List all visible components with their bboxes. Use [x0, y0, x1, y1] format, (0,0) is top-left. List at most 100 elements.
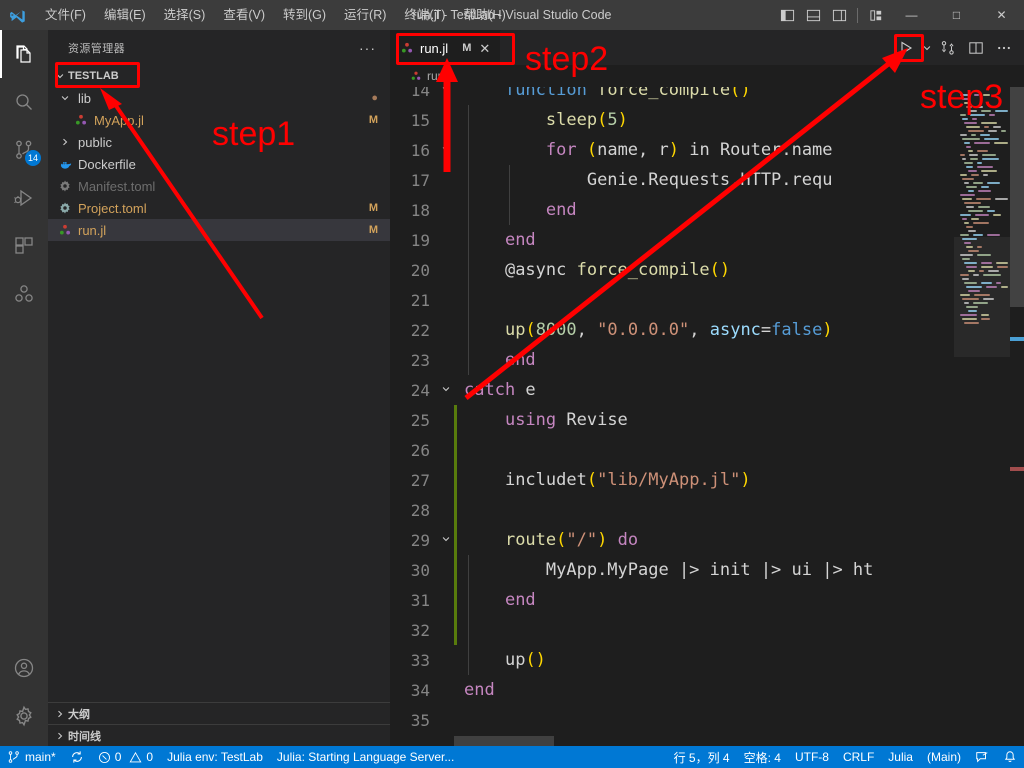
code-line: 33 up() [390, 645, 1024, 675]
tree-item-public[interactable]: public [48, 131, 390, 153]
line-number: 19 [390, 231, 438, 250]
status-indentation[interactable]: 空格: 4 [737, 746, 788, 768]
minimap-segment [977, 162, 981, 164]
window-minimize-button[interactable]: — [889, 0, 934, 30]
window-close-button[interactable]: ✕ [979, 0, 1024, 30]
status-eol[interactable]: CRLF [836, 746, 881, 768]
minimap-segment [978, 206, 990, 208]
code-line: 14 function force_compile() [390, 87, 1024, 105]
window-maximize-button[interactable]: □ [934, 0, 979, 30]
status-feedback[interactable] [968, 746, 996, 768]
menu-run[interactable]: 运行(R) [335, 0, 395, 30]
menu-edit[interactable]: 编辑(E) [95, 0, 155, 30]
sidebar-item-extensions[interactable] [0, 222, 48, 270]
menu-bar: 文件(F) 编辑(E) 选择(S) 查看(V) 转到(G) 运行(R) 终端(T… [36, 0, 515, 30]
toggle-secondary-sidebar-icon[interactable] [826, 0, 852, 30]
minimap-segment [960, 254, 973, 256]
status-julia-language-server[interactable]: Julia: Starting Language Server... [270, 746, 461, 768]
minimap-segment [962, 238, 977, 240]
minimap-segment [989, 114, 995, 116]
menu-terminal[interactable]: 终端(T) [395, 0, 454, 30]
timeline-panel-header[interactable]: 时间线 [48, 724, 390, 746]
status-notifications[interactable] [996, 746, 1024, 768]
minimap-segment [986, 286, 996, 288]
minimap[interactable] [954, 87, 1010, 746]
minimap-segment [996, 262, 1008, 264]
editor-vertical-scrollbar[interactable] [1010, 87, 1024, 746]
tree-item-lib[interactable]: lib ● [48, 87, 390, 109]
minimap-segment [960, 294, 970, 296]
line-number: 34 [390, 681, 438, 700]
sidebar-more-actions-icon[interactable]: ··· [353, 40, 382, 56]
status-branch[interactable]: main* [0, 746, 63, 768]
tree-item-manifest-toml[interactable]: Manifest.toml [48, 175, 390, 197]
code-line: 34 end [390, 675, 1024, 705]
breadcrumb-item-file[interactable]: run.jl [427, 69, 453, 83]
code-editor[interactable]: 14 function force_compile() 15 sleep(5) 16… [390, 87, 1024, 746]
minimap-segment [962, 118, 968, 120]
fold-indicator-icon[interactable] [438, 384, 454, 397]
fold-indicator-icon[interactable] [438, 534, 454, 547]
status-encoding[interactable]: UTF-8 [788, 746, 836, 768]
chevron-down-icon [52, 71, 68, 81]
status-julia-env[interactable]: Julia env: TestLab [160, 746, 270, 768]
menu-view[interactable]: 查看(V) [214, 0, 274, 30]
tab-close-icon[interactable]: ✕ [479, 42, 490, 55]
run-file-button[interactable] [892, 34, 920, 62]
sidebar-item-run-and-debug[interactable] [0, 174, 48, 222]
compare-changes-button[interactable] [934, 34, 962, 62]
minimap-segment [968, 190, 974, 192]
code-line: 21 [390, 285, 1024, 315]
outline-panel-header[interactable]: 大纲 [48, 702, 390, 724]
line-number: 29 [390, 531, 438, 550]
sync-icon [70, 750, 84, 764]
menu-help[interactable]: 帮助(H) [454, 0, 514, 30]
workspace-folder-header[interactable]: TESTLAB [48, 65, 390, 87]
minimap-segment [978, 190, 991, 192]
toggle-primary-sidebar-icon[interactable] [774, 0, 800, 30]
fold-indicator-icon[interactable] [438, 87, 454, 97]
accounts-button[interactable] [0, 644, 48, 692]
toggle-panel-icon[interactable] [800, 0, 826, 30]
tree-item-label: public [78, 135, 378, 150]
menu-selection[interactable]: 选择(S) [155, 0, 215, 30]
indent-guide [468, 195, 469, 225]
manage-settings-button[interactable] [0, 692, 48, 740]
tree-item-dockerfile[interactable]: Dockerfile [48, 153, 390, 175]
status-language-mode[interactable]: Julia [881, 746, 920, 768]
code-line: 29 route("/") do [390, 525, 1024, 555]
sidebar-item-source-control[interactable]: 14 [0, 126, 48, 174]
sidebar-item-julia[interactable] [0, 270, 48, 318]
scrollbar-thumb[interactable] [1010, 87, 1024, 307]
minimap-segment [964, 142, 970, 144]
code-text: function force_compile() [454, 87, 751, 100]
minimap-segment [976, 106, 983, 108]
customize-layout-icon[interactable] [863, 0, 889, 30]
tab-run-jl[interactable]: run.jl M ✕ [390, 30, 501, 65]
tree-item-myapp-jl[interactable]: MyApp.jl M [48, 109, 390, 131]
title-bar: 文件(F) 编辑(E) 选择(S) 查看(V) 转到(G) 运行(R) 终端(T… [0, 0, 1024, 30]
status-cursor-position[interactable]: 行 5，列 4 [667, 746, 737, 768]
split-editor-button[interactable] [962, 34, 990, 62]
editor-horizontal-scrollbar[interactable] [454, 736, 554, 746]
minimap-segment [974, 142, 989, 144]
minimap-segment [964, 122, 977, 124]
status-sync[interactable] [63, 746, 91, 768]
status-julia-module[interactable]: (Main) [920, 746, 968, 768]
menu-go[interactable]: 转到(G) [274, 0, 335, 30]
code-text: for (name, r) in Router.name [454, 140, 833, 160]
tree-item-project-toml[interactable]: Project.toml M [48, 197, 390, 219]
status-problems[interactable]: 0 0 [91, 746, 160, 768]
more-actions-button[interactable] [990, 34, 1018, 62]
menu-file[interactable]: 文件(F) [36, 0, 95, 30]
minimap-segment [960, 154, 965, 156]
gutter-change-indicator [454, 525, 457, 555]
error-icon [98, 751, 111, 764]
sidebar-item-search[interactable] [0, 78, 48, 126]
git-branch-icon [7, 750, 21, 764]
tree-item-run-jl[interactable]: run.jl M [48, 219, 390, 241]
indent-guide [468, 255, 469, 285]
run-options-dropdown-icon[interactable] [920, 34, 934, 62]
fold-indicator-icon[interactable] [438, 144, 454, 157]
sidebar-item-explorer[interactable] [0, 30, 48, 78]
